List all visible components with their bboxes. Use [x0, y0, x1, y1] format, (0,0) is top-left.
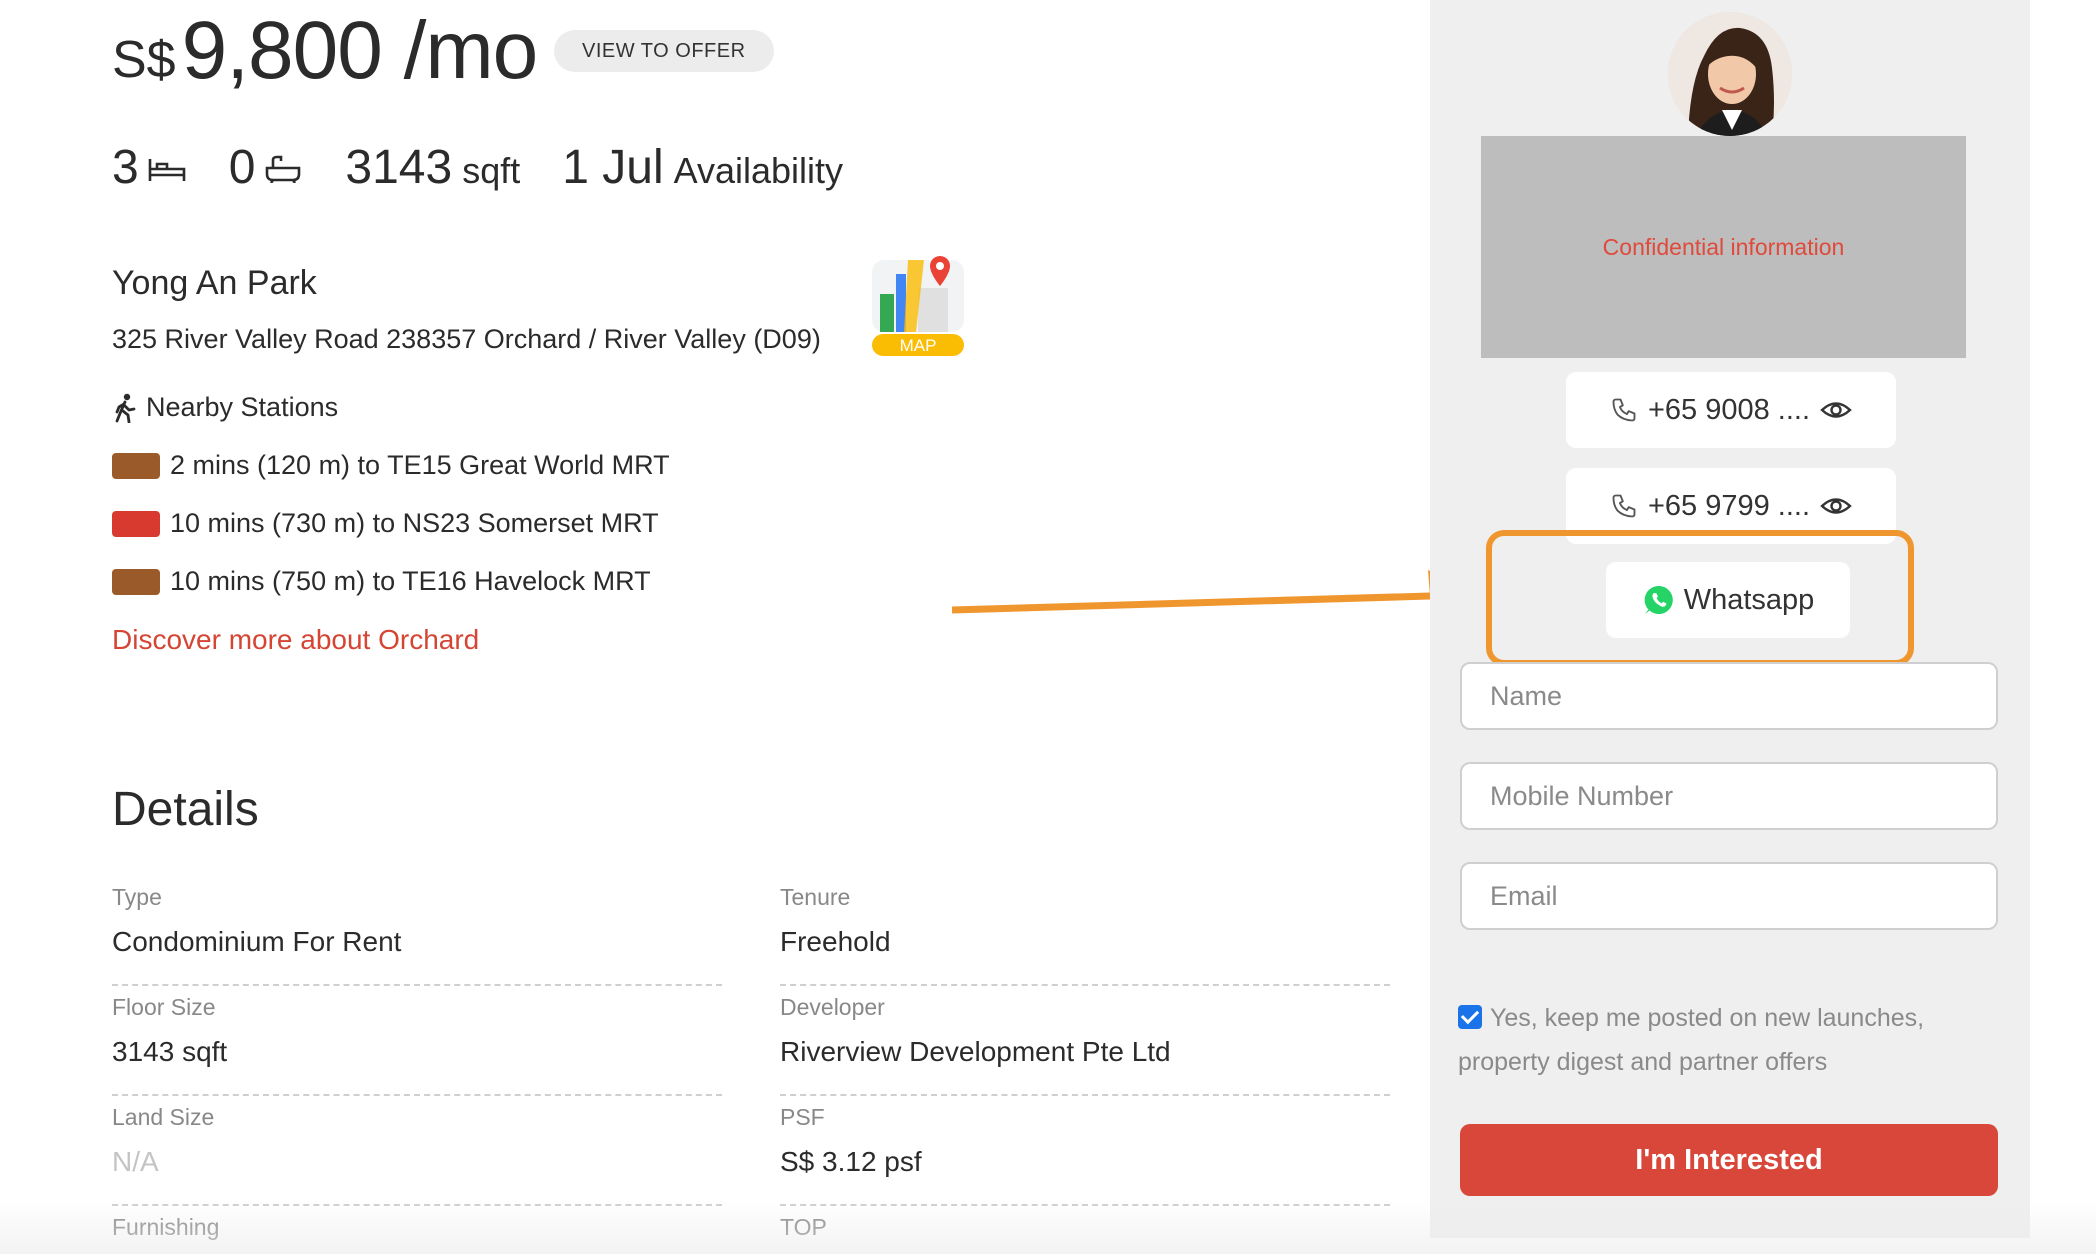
detail-label: Furnishing [112, 1214, 220, 1240]
detail-value: Condominium For Rent [112, 926, 402, 957]
mobile-number-field[interactable] [1460, 762, 1998, 830]
detail-value: N/A [112, 1146, 159, 1177]
detail-label: Developer [780, 994, 885, 1020]
im-interested-button[interactable]: I'm Interested [1460, 1124, 1998, 1196]
detail-furnishing: Furnishing [112, 1214, 722, 1254]
address: 325 River Valley Road 238357 Orchard / R… [112, 324, 821, 354]
station-item: 10 mins (750 m) to TE16 Havelock MRT [112, 566, 651, 597]
nearby-stations-label: Nearby Stations [146, 392, 339, 422]
detail-label: Tenure [780, 884, 851, 910]
station-text: 2 mins (120 m) to TE15 Great World MRT [170, 450, 670, 480]
detail-type: Type Condominium For Rent [112, 884, 722, 986]
detail-label: TOP [780, 1214, 827, 1240]
detail-land-size: Land Size N/A [112, 1104, 722, 1206]
detail-label: Type [112, 884, 162, 910]
walking-icon [115, 393, 136, 423]
bedrooms-stat: 3 [112, 140, 187, 195]
name-field[interactable] [1460, 662, 1998, 730]
whatsapp-button[interactable]: Whatsapp [1606, 562, 1850, 638]
price-row: S$ 9,800 /mo [112, 4, 539, 98]
nearby-stations-title: Nearby Stations [112, 392, 338, 423]
confidential-info-box: Confidential information [1481, 136, 1966, 358]
agent-avatar [1668, 12, 1792, 136]
detail-top: TOP [780, 1214, 1390, 1254]
listing-stats: 3 0 3143 sqft 1 Jul Availability [112, 140, 885, 195]
phone-number-1: +65 9008 .... [1647, 393, 1811, 426]
size-unit: sqft [462, 150, 521, 191]
detail-value: S$ 3.12 psf [780, 1146, 922, 1177]
detail-label: Floor Size [112, 994, 216, 1020]
detail-tenure: Tenure Freehold [780, 884, 1390, 986]
bathrooms-stat: 0 [229, 140, 304, 195]
availability-value: 1 Jul [562, 141, 664, 194]
bathtub-icon [266, 155, 301, 183]
details-heading: Details [112, 783, 259, 836]
price-amount: 9,800 /mo [181, 5, 539, 96]
mrt-line-swatch [112, 510, 160, 537]
eye-icon [1820, 402, 1852, 418]
email-field[interactable] [1460, 862, 1998, 930]
agent-photo [1668, 12, 1792, 136]
bathrooms-count: 0 [228, 141, 256, 194]
consent-row: Yes, keep me posted on new launches, pro… [1458, 996, 1978, 1084]
whatsapp-icon [1644, 585, 1673, 614]
phone-icon [1612, 398, 1636, 422]
detail-psf: PSF S$ 3.12 psf [780, 1104, 1390, 1206]
discover-more-link[interactable]: Discover more about Orchard [112, 624, 479, 656]
size-stat: 3143 sqft [345, 140, 520, 195]
availability-label: Availability [673, 150, 844, 191]
size-value: 3143 [345, 141, 453, 194]
mrt-line-swatch [112, 452, 160, 479]
detail-value: 3143 sqft [112, 1036, 228, 1067]
bedrooms-count: 3 [112, 141, 139, 194]
eye-icon [1820, 498, 1852, 514]
consent-checkbox[interactable] [1458, 1005, 1482, 1029]
map-icon: MAP [872, 256, 964, 356]
station-text: 10 mins (730 m) to NS23 Somerset MRT [170, 508, 659, 538]
station-item: 2 mins (120 m) to TE15 Great World MRT [112, 450, 670, 481]
map-label: MAP [900, 336, 937, 355]
availability-stat: 1 Jul Availability [562, 140, 843, 195]
phone-reveal-button-1[interactable]: +65 9008 .... [1566, 372, 1896, 448]
view-to-offer-button[interactable]: VIEW TO OFFER [554, 30, 774, 72]
detail-floor-size: Floor Size 3143 sqft [112, 994, 722, 1096]
station-item: 10 mins (730 m) to NS23 Somerset MRT [112, 508, 659, 539]
project-name: Yong An Park [112, 264, 317, 302]
detail-value: Riverview Development Pte Ltd [780, 1036, 1171, 1067]
mrt-line-swatch [112, 568, 160, 595]
phone-number-2: +65 9799 .... [1647, 489, 1811, 522]
map-button[interactable]: MAP [866, 254, 970, 358]
detail-value: Freehold [780, 926, 891, 957]
detail-developer: Developer Riverview Development Pte Ltd [780, 994, 1390, 1096]
price-currency: S$ [112, 31, 176, 89]
phone-icon [1612, 494, 1636, 518]
detail-label: Land Size [112, 1104, 215, 1130]
station-text: 10 mins (750 m) to TE16 Havelock MRT [170, 566, 651, 596]
bed-icon [148, 159, 186, 181]
consent-text: Yes, keep me posted on new launches, pro… [1458, 1004, 1925, 1076]
annotation-arrow [951, 570, 1482, 622]
whatsapp-label: Whatsapp [1683, 583, 1815, 616]
detail-label: PSF [780, 1104, 825, 1130]
